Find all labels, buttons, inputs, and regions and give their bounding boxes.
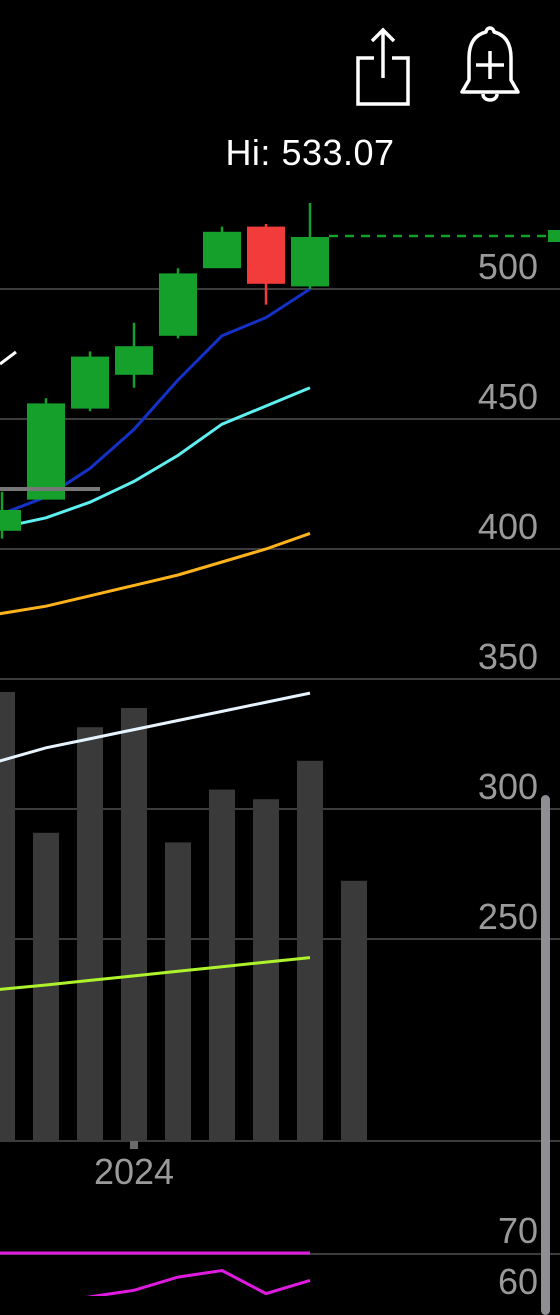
- share-button[interactable]: [348, 22, 418, 112]
- share-icon: [356, 27, 410, 106]
- volume-bar: [77, 727, 103, 1140]
- candle-up: [71, 356, 109, 409]
- ma-long-line: [0, 531, 311, 616]
- y-tick-label-450: 450: [478, 376, 538, 417]
- y-tick-label-300: 300: [478, 766, 538, 807]
- candle-down: [247, 226, 285, 284]
- volume-bar: [341, 880, 367, 1140]
- candle-up: [159, 273, 197, 336]
- y-tick-label-500: 500: [478, 246, 538, 287]
- volume-bar: [253, 799, 279, 1140]
- price-chart[interactable]: 500 450 400 350 300 250 2024 70 60: [0, 0, 560, 1296]
- volume-bar: [297, 760, 323, 1140]
- y-tick-label-400: 400: [478, 506, 538, 547]
- candle-up: [291, 237, 329, 287]
- volume-bar: [121, 708, 147, 1140]
- bell-plus-icon: [460, 26, 520, 102]
- high-price-label: Hi: 533.07: [225, 132, 395, 173]
- rsi-tick-label-70: 70: [498, 1210, 538, 1251]
- candle-up: [203, 231, 241, 269]
- volume-bar: [165, 842, 191, 1140]
- rsi-tick-label-60: 60: [498, 1261, 538, 1296]
- y-tick-label-350: 350: [478, 636, 538, 677]
- y-tick-label-250: 250: [478, 896, 538, 937]
- x-tick-label: 2024: [94, 1151, 174, 1192]
- partial-trend-line: [0, 350, 17, 366]
- volume-ma-fast-line: [0, 691, 311, 763]
- vertical-scrollbar[interactable]: [541, 795, 550, 1315]
- add-alert-button[interactable]: [455, 22, 525, 112]
- candle-up: [115, 346, 153, 375]
- rsi-line: [85, 1268, 311, 1296]
- candle-up: [0, 510, 21, 531]
- high-price-marker: [548, 230, 560, 242]
- toolbar: [0, 0, 560, 120]
- candle-up: [27, 403, 65, 500]
